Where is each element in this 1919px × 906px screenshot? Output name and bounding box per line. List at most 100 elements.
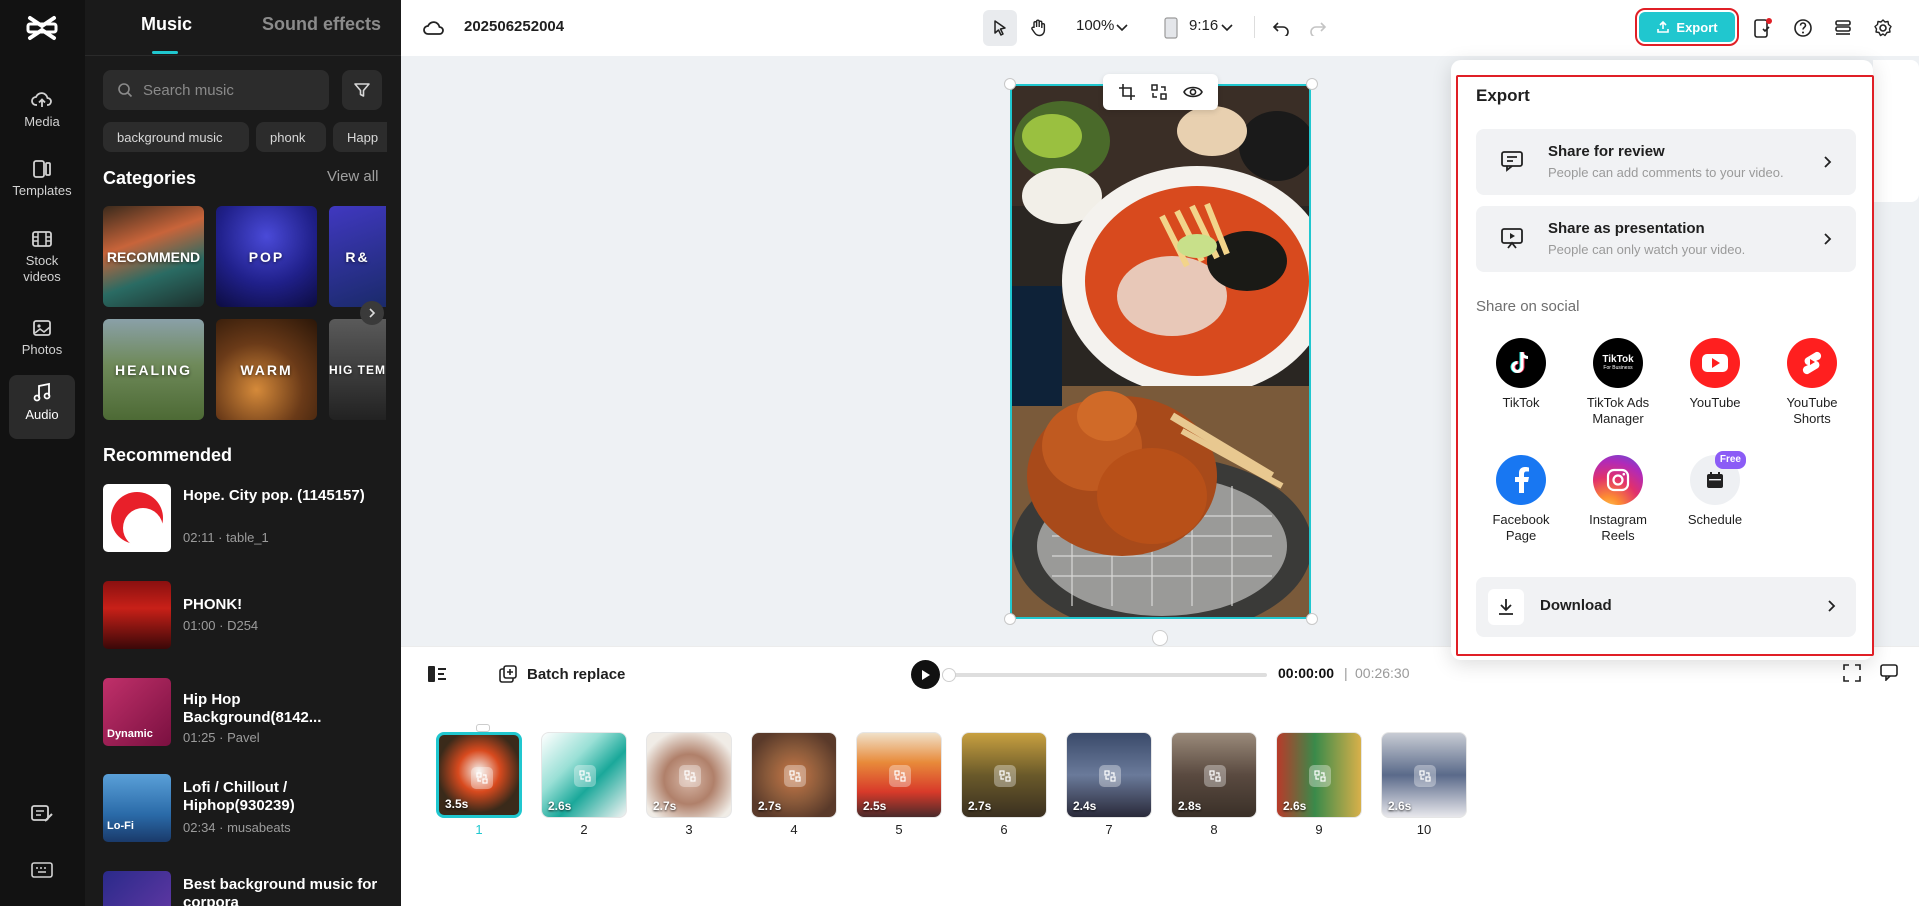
undo-button[interactable] xyxy=(1267,14,1295,42)
rail-item-photos[interactable]: Photos xyxy=(9,312,75,368)
category-warm[interactable]: WARM xyxy=(216,319,317,420)
resize-handle[interactable] xyxy=(1306,613,1318,625)
export-button[interactable]: Export xyxy=(1635,8,1739,46)
category-high-tempo[interactable]: HIG TEM xyxy=(329,319,386,420)
batch-replace-button[interactable]: Batch replace xyxy=(498,664,625,684)
category-healing[interactable]: HEALING xyxy=(103,319,204,420)
category-pop[interactable]: POP xyxy=(216,206,317,307)
music-search-input[interactable]: Search music xyxy=(103,70,329,110)
timeline-clip[interactable]: 2.6s xyxy=(1276,732,1362,818)
category-recommend[interactable]: RECOMMEND xyxy=(103,206,204,307)
playback-scrubber[interactable] xyxy=(945,673,1267,677)
timeline-clip[interactable]: 2.7s xyxy=(961,732,1047,818)
rail-item-stock-videos[interactable]: Stock videos xyxy=(9,223,75,293)
replace-clip-icon[interactable] xyxy=(574,765,596,787)
layers-button[interactable] xyxy=(1829,14,1857,42)
cloud-sync-icon[interactable] xyxy=(420,14,448,42)
clip-duration: 2.5s xyxy=(863,799,887,813)
toolbar-divider xyxy=(1254,16,1255,38)
resize-handle[interactable] xyxy=(1004,78,1016,90)
scrubber-knob[interactable] xyxy=(942,668,956,682)
share-tiktok-button[interactable]: TikTok xyxy=(1481,338,1561,411)
aspect-chevron-down-icon[interactable] xyxy=(1219,14,1235,42)
replace-clip-icon[interactable] xyxy=(784,765,806,787)
clip-number: 5 xyxy=(895,822,903,837)
clip-number: 1 xyxy=(475,822,483,837)
replace-clip-icon[interactable] xyxy=(994,765,1016,787)
rotate-handle-icon[interactable] xyxy=(1152,630,1168,646)
settings-button[interactable] xyxy=(1869,14,1897,42)
resize-handle[interactable] xyxy=(1306,78,1318,90)
fullscreen-icon[interactable] xyxy=(1843,664,1861,682)
chip-phonk[interactable]: phonk xyxy=(256,122,326,152)
crop-icon[interactable] xyxy=(1118,83,1136,101)
share-youtube-button[interactable]: YouTube xyxy=(1675,338,1755,411)
resize-handle[interactable] xyxy=(1004,613,1016,625)
tab-sound-effects[interactable]: Sound effects xyxy=(262,14,381,35)
category-rnb[interactable]: R& xyxy=(329,206,386,307)
project-name[interactable]: 202506252004 xyxy=(464,18,564,35)
zoom-level[interactable]: 100% xyxy=(1076,17,1114,34)
play-button[interactable] xyxy=(911,660,940,689)
share-for-review-button[interactable]: Share for review People can add comments… xyxy=(1476,129,1856,195)
layout-toggle-icon[interactable] xyxy=(426,664,448,684)
categories-next-button[interactable] xyxy=(360,301,384,325)
clip-number: 4 xyxy=(790,822,798,837)
eye-icon[interactable] xyxy=(1182,85,1203,99)
timeline-clip[interactable]: 2.7s xyxy=(751,732,837,818)
select-tool-button[interactable] xyxy=(983,10,1017,46)
share-as-presentation-button[interactable]: Share as presentation People can only wa… xyxy=(1476,206,1856,272)
replace-clip-icon[interactable] xyxy=(889,765,911,787)
rail-item-templates[interactable]: Templates xyxy=(9,153,75,209)
timeline-clip[interactable]: 2.6s xyxy=(541,732,627,818)
keyboard-icon[interactable] xyxy=(29,860,55,880)
chip-happy[interactable]: Happ xyxy=(333,122,387,152)
timeline-clip[interactable]: 2.7s xyxy=(646,732,732,818)
play-icon xyxy=(921,669,930,680)
capcut-logo-icon[interactable] xyxy=(26,14,58,42)
captions-edit-icon[interactable] xyxy=(29,802,55,826)
replace-clip-icon[interactable] xyxy=(471,767,493,789)
aspect-ratio-icon[interactable] xyxy=(1161,14,1181,42)
help-button[interactable] xyxy=(1789,14,1817,42)
rail-item-media[interactable]: Media xyxy=(9,84,75,140)
total-time: 00:26:30 xyxy=(1355,665,1410,681)
view-all-link[interactable]: View all xyxy=(327,168,378,185)
replace-clip-icon[interactable] xyxy=(679,765,701,787)
replace-icon[interactable] xyxy=(1150,83,1168,101)
share-facebook-button[interactable]: Facebook Page xyxy=(1481,455,1561,544)
aspect-ratio[interactable]: 9:16 xyxy=(1189,17,1218,34)
track-item[interactable]: PHONK! 01:00 · D254 xyxy=(103,581,393,649)
share-tiktok-ads-button[interactable]: TikTok For Business TikTok Ads Manager xyxy=(1578,338,1658,427)
replace-clip-icon[interactable] xyxy=(1204,765,1226,787)
replace-clip-icon[interactable] xyxy=(1309,765,1331,787)
track-item[interactable]: Lo-Fi Lofi / Chillout / Hiphop(930239) 0… xyxy=(103,774,393,842)
timeline-clip[interactable]: 2.4s xyxy=(1066,732,1152,818)
brand-kit-button[interactable] xyxy=(1749,14,1777,42)
replace-clip-icon[interactable] xyxy=(1099,765,1121,787)
track-item[interactable]: Best background music for corpora xyxy=(103,871,393,906)
tab-music[interactable]: Music xyxy=(141,14,192,35)
hand-tool-button[interactable] xyxy=(1024,14,1052,42)
redo-button[interactable] xyxy=(1304,14,1332,42)
track-item[interactable]: Dynamic Hip Hop Background(8142... 01:25… xyxy=(103,678,393,746)
chip-background-music[interactable]: background music xyxy=(103,122,249,152)
rail-item-audio[interactable]: Audio xyxy=(9,375,75,439)
replace-clip-icon[interactable] xyxy=(1414,765,1436,787)
rail-label-photos: Photos xyxy=(21,342,63,357)
download-button[interactable]: Download xyxy=(1476,577,1856,637)
zoom-chevron-down-icon[interactable] xyxy=(1114,14,1130,42)
schedule-button[interactable]: Free Schedule xyxy=(1675,451,1755,528)
share-instagram-button[interactable]: Instagram Reels xyxy=(1578,455,1658,544)
filter-button[interactable] xyxy=(342,70,382,110)
clip-drag-handle-icon[interactable] xyxy=(476,724,490,732)
comment-preview-icon[interactable] xyxy=(1879,663,1899,681)
timeline-clip[interactable]: 2.6s xyxy=(1381,732,1467,818)
video-preview[interactable] xyxy=(1010,84,1311,619)
share-youtube-shorts-button[interactable]: YouTube Shorts xyxy=(1772,338,1852,427)
timeline-clip[interactable]: 2.5s xyxy=(856,732,942,818)
track-item[interactable]: Hope. City pop. (1145157) 02:11 · table_… xyxy=(103,484,393,552)
timeline-clip[interactable]: 3.5s xyxy=(436,732,522,818)
chevron-right-icon xyxy=(369,308,376,318)
timeline-clip[interactable]: 2.8s xyxy=(1171,732,1257,818)
